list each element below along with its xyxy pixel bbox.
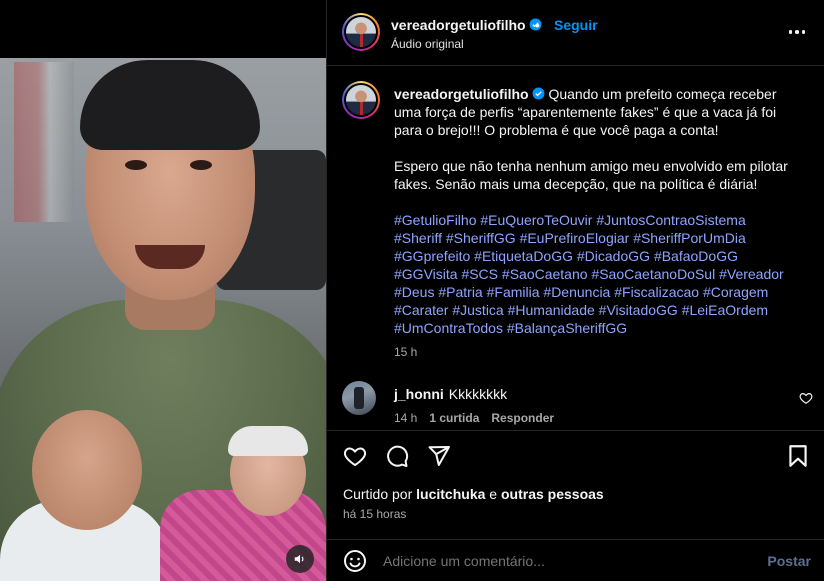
sticker-laughing-man xyxy=(0,410,170,581)
action-row xyxy=(342,443,452,469)
hashtag-link[interactable]: #Familia xyxy=(487,284,540,300)
emoji-smile-icon[interactable] xyxy=(343,549,367,573)
paper-plane-icon xyxy=(428,446,450,466)
comment-input[interactable] xyxy=(383,553,753,569)
person-eye-left xyxy=(125,160,147,170)
hashtag-link[interactable]: #Sheriff xyxy=(394,230,442,246)
hashtag-link[interactable]: #SheriffPorUmDia xyxy=(633,230,746,246)
verified-badge-icon xyxy=(532,87,545,100)
liked-by-text: Curtido por lucitchuka e outras pessoas xyxy=(343,486,604,502)
hashtag-link[interactable]: #BalançaSheriffGG xyxy=(507,320,627,336)
more-options-icon xyxy=(788,30,793,34)
caption-paragraph-2: Espero que não tenha nenhum amigo meu en… xyxy=(394,158,788,192)
hashtag-link[interactable]: #Humanidade xyxy=(508,302,595,318)
hashtag-link[interactable]: #JuntosContraoSistema xyxy=(596,212,745,228)
comment-likes[interactable]: 1 curtida xyxy=(429,411,479,425)
sticker1-head xyxy=(32,410,142,530)
add-comment-bar: Postar xyxy=(327,539,824,581)
caption-paragraph-1: vereadorgetuliofilho Quando um prefeito … xyxy=(394,85,794,139)
author-username[interactable]: vereadorgetuliofilho xyxy=(391,17,526,33)
hashtag-link[interactable]: #VisitadoGG xyxy=(599,302,678,318)
avatar-photo xyxy=(346,17,376,47)
sticker2-hair xyxy=(228,426,308,456)
hashtag-link[interactable]: #LeiEaOrdem xyxy=(682,302,768,318)
hashtag-link[interactable]: #Deus xyxy=(394,284,434,300)
hashtag-link[interactable]: #SheriffGG xyxy=(446,230,516,246)
hashtag-link[interactable]: #GGprefeito xyxy=(394,248,470,264)
person-eye-right xyxy=(190,160,212,170)
hashtag-link[interactable]: #GGVisita xyxy=(394,266,458,282)
comment-heart-icon[interactable] xyxy=(799,391,813,405)
comment-meta: 14 h 1 curtida Responder xyxy=(394,411,554,425)
hashtag-link[interactable]: #BafaoDoGG xyxy=(654,248,738,264)
post-comment-button[interactable]: Postar xyxy=(767,553,811,569)
hashtag-link[interactable]: #SaoCaetanoDoSul xyxy=(591,266,715,282)
reply-button[interactable]: Responder xyxy=(491,411,554,425)
caption-author-avatar[interactable] xyxy=(342,81,380,119)
like-button[interactable] xyxy=(342,443,368,469)
hashtag-link[interactable]: #Fiscalizacao xyxy=(614,284,699,300)
post-actions: Curtido por lucitchuka e outras pessoas … xyxy=(327,430,824,550)
comment-button[interactable] xyxy=(384,443,410,469)
hashtag-link[interactable]: #Vereador xyxy=(719,266,784,282)
author-avatar[interactable] xyxy=(342,13,380,51)
commenter-avatar[interactable] xyxy=(342,381,376,415)
hashtag-link[interactable]: #EtiquetaDoGG xyxy=(474,248,573,264)
share-button[interactable] xyxy=(426,443,452,469)
mute-button[interactable] xyxy=(286,545,314,573)
comment-bubble-icon xyxy=(387,445,409,467)
author-username-link[interactable]: vereadorgetuliofilho xyxy=(391,17,542,33)
post-header: vereadorgetuliofilho • Seguir Áudio orig… xyxy=(327,0,824,66)
bookmark-icon[interactable] xyxy=(785,443,811,469)
more-options-dot xyxy=(795,30,799,34)
hashtag-link[interactable]: #SaoCaetano xyxy=(502,266,588,282)
commenter-username[interactable]: j_honni xyxy=(394,386,444,402)
hashtag-link[interactable]: #Coragem xyxy=(703,284,768,300)
comment-time[interactable]: 14 h xyxy=(394,411,417,425)
hashtag-list: #GetulioFilho #EuQueroTeOuvir #JuntosCon… xyxy=(394,211,794,337)
post-side-panel: vereadorgetuliofilho • Seguir Áudio orig… xyxy=(326,0,824,581)
post-time-ago[interactable]: há 15 horas xyxy=(343,507,406,521)
liked-by-conj: e xyxy=(489,486,498,502)
hashtag-link[interactable]: #Patria xyxy=(438,284,482,300)
more-options-button[interactable] xyxy=(787,22,807,42)
liked-by-user[interactable]: lucitchuka xyxy=(416,486,485,502)
post-dialog: vereadorgetuliofilho • Seguir Áudio orig… xyxy=(0,0,824,581)
heart-icon xyxy=(343,447,367,467)
comment-text: Kkkkkkkk xyxy=(448,386,508,402)
hashtag-link[interactable]: #SCS xyxy=(461,266,498,282)
caption-text: vereadorgetuliofilho Quando um prefeito … xyxy=(394,85,794,337)
caption-timestamp[interactable]: 15 h xyxy=(394,345,417,359)
comment-line: j_honni Kkkkkkkk xyxy=(394,386,507,402)
person-hair xyxy=(80,60,260,150)
caption-section: vereadorgetuliofilho Quando um prefeito … xyxy=(327,67,824,367)
hashtag-link[interactable]: #EuQueroTeOuvir xyxy=(480,212,592,228)
liked-by-prefix: Curtido por xyxy=(343,486,413,502)
comment-item: j_honni Kkkkkkkk 14 h 1 curtida Responder xyxy=(327,375,824,435)
caption-username[interactable]: vereadorgetuliofilho xyxy=(394,86,529,102)
follow-button[interactable]: Seguir xyxy=(554,17,598,33)
post-video[interactable] xyxy=(0,0,326,581)
original-audio-link[interactable]: Áudio original xyxy=(391,37,464,51)
hashtag-link[interactable]: #EuPrefiroElogiar xyxy=(520,230,630,246)
hashtag-link[interactable]: #Denuncia xyxy=(543,284,610,300)
hashtag-link[interactable]: #DicadoGG xyxy=(577,248,650,264)
header-separator: • xyxy=(535,17,540,33)
speaker-icon xyxy=(294,554,304,564)
more-options-dot xyxy=(801,30,806,34)
hashtag-link[interactable]: #Carater xyxy=(394,302,448,318)
hashtag-link[interactable]: #Justica xyxy=(452,302,503,318)
avatar-photo xyxy=(346,85,376,115)
hashtag-link[interactable]: #UmContraTodos xyxy=(394,320,503,336)
hashtag-link[interactable]: #GetulioFilho xyxy=(394,212,477,228)
liked-by-others[interactable]: outras pessoas xyxy=(501,486,604,502)
